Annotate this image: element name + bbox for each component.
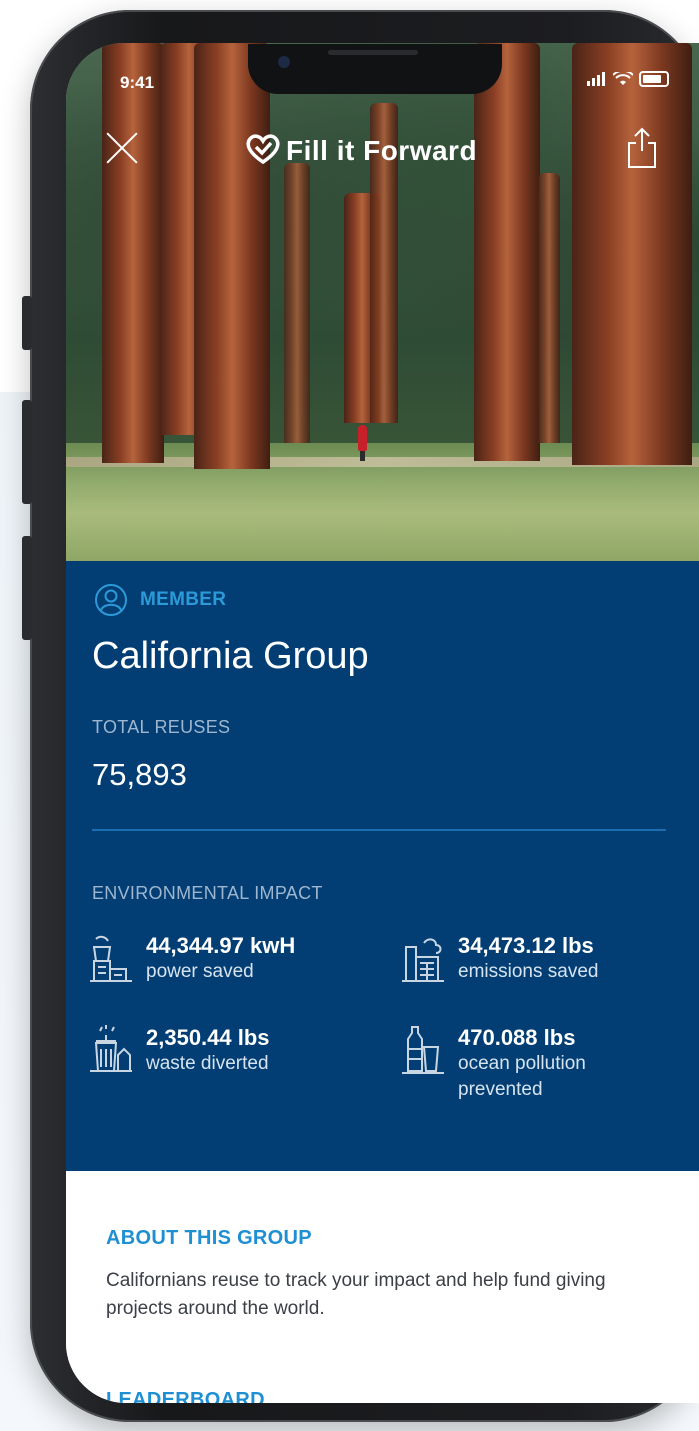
brand-logo: Fill it Forward [246, 131, 477, 171]
metric-value: 2,350.44 lbs [146, 1025, 270, 1050]
tree-trunk [474, 43, 540, 461]
metric-description: ocean pollution prevented [458, 1053, 586, 1100]
metric-power-saved: 44,344.97 kwH power saved [88, 933, 295, 985]
divider [92, 829, 666, 831]
user-circle-icon [95, 584, 127, 616]
signal-icon [587, 72, 605, 86]
tree-trunk [572, 43, 692, 465]
total-reuses-label: TOTAL REUSES [92, 717, 231, 737]
metric-value: 34,473.12 lbs [458, 933, 594, 958]
about-section: ABOUT THIS GROUP Californians reuse to t… [66, 1171, 699, 1403]
about-title: ABOUT THIS GROUP [106, 1227, 312, 1249]
close-button[interactable] [104, 129, 142, 167]
phone-side-button [22, 296, 32, 350]
status-time: 9:41 [120, 73, 155, 92]
heart-check-icon [246, 133, 280, 169]
phone-volume-down [22, 536, 32, 640]
metric-emissions-saved: 34,473.12 lbs emissions saved [400, 933, 598, 985]
metric-description: waste diverted [146, 1053, 269, 1074]
group-name: California Group [92, 635, 369, 677]
metric-value: 44,344.97 kwH [146, 933, 296, 958]
leaderboard-title[interactable]: LEADERBOARD [106, 1389, 265, 1403]
bottle-cup-icon [402, 1026, 444, 1074]
power-plant-icon [90, 935, 132, 982]
app-screen: 9:41 Fill it Forward MEMBER California G… [66, 43, 699, 1403]
wifi-icon [613, 72, 633, 85]
metric-description: power saved [146, 961, 254, 982]
tree-trunk [102, 43, 164, 463]
metric-value: 470.088 lbs [458, 1025, 576, 1050]
status-icons [587, 71, 669, 87]
membership-badge: MEMBER [94, 583, 226, 617]
phone-notch [248, 44, 502, 94]
metric-ocean-pollution-prevented: 470.088 lbs ocean pollution prevented [400, 1025, 628, 1103]
person-in-red [358, 425, 367, 451]
phone-volume-up [22, 400, 32, 504]
impact-panel: MEMBER California Group TOTAL REUSES 75,… [66, 561, 699, 1171]
front-camera [278, 56, 290, 68]
hero-photo [66, 43, 699, 561]
about-description: Californians reuse to track your impact … [106, 1270, 606, 1319]
brand-name: Fill it Forward [286, 135, 478, 166]
phone-speaker [328, 50, 418, 55]
metric-description: emissions saved [458, 961, 599, 982]
tree-trunk [538, 173, 560, 443]
membership-label: MEMBER [140, 589, 227, 610]
total-reuses-value: 75,893 [92, 757, 187, 792]
factory-emissions-icon [402, 938, 444, 982]
tree-trunk [194, 43, 270, 469]
share-icon [628, 127, 656, 168]
trash-bin-icon [90, 1025, 132, 1072]
tree-trunk [284, 163, 310, 443]
battery-icon [639, 71, 669, 87]
share-button[interactable] [627, 127, 657, 169]
metric-waste-diverted: 2,350.44 lbs waste diverted [88, 1025, 270, 1077]
environmental-impact-label: ENVIRONMENTAL IMPACT [92, 883, 323, 903]
